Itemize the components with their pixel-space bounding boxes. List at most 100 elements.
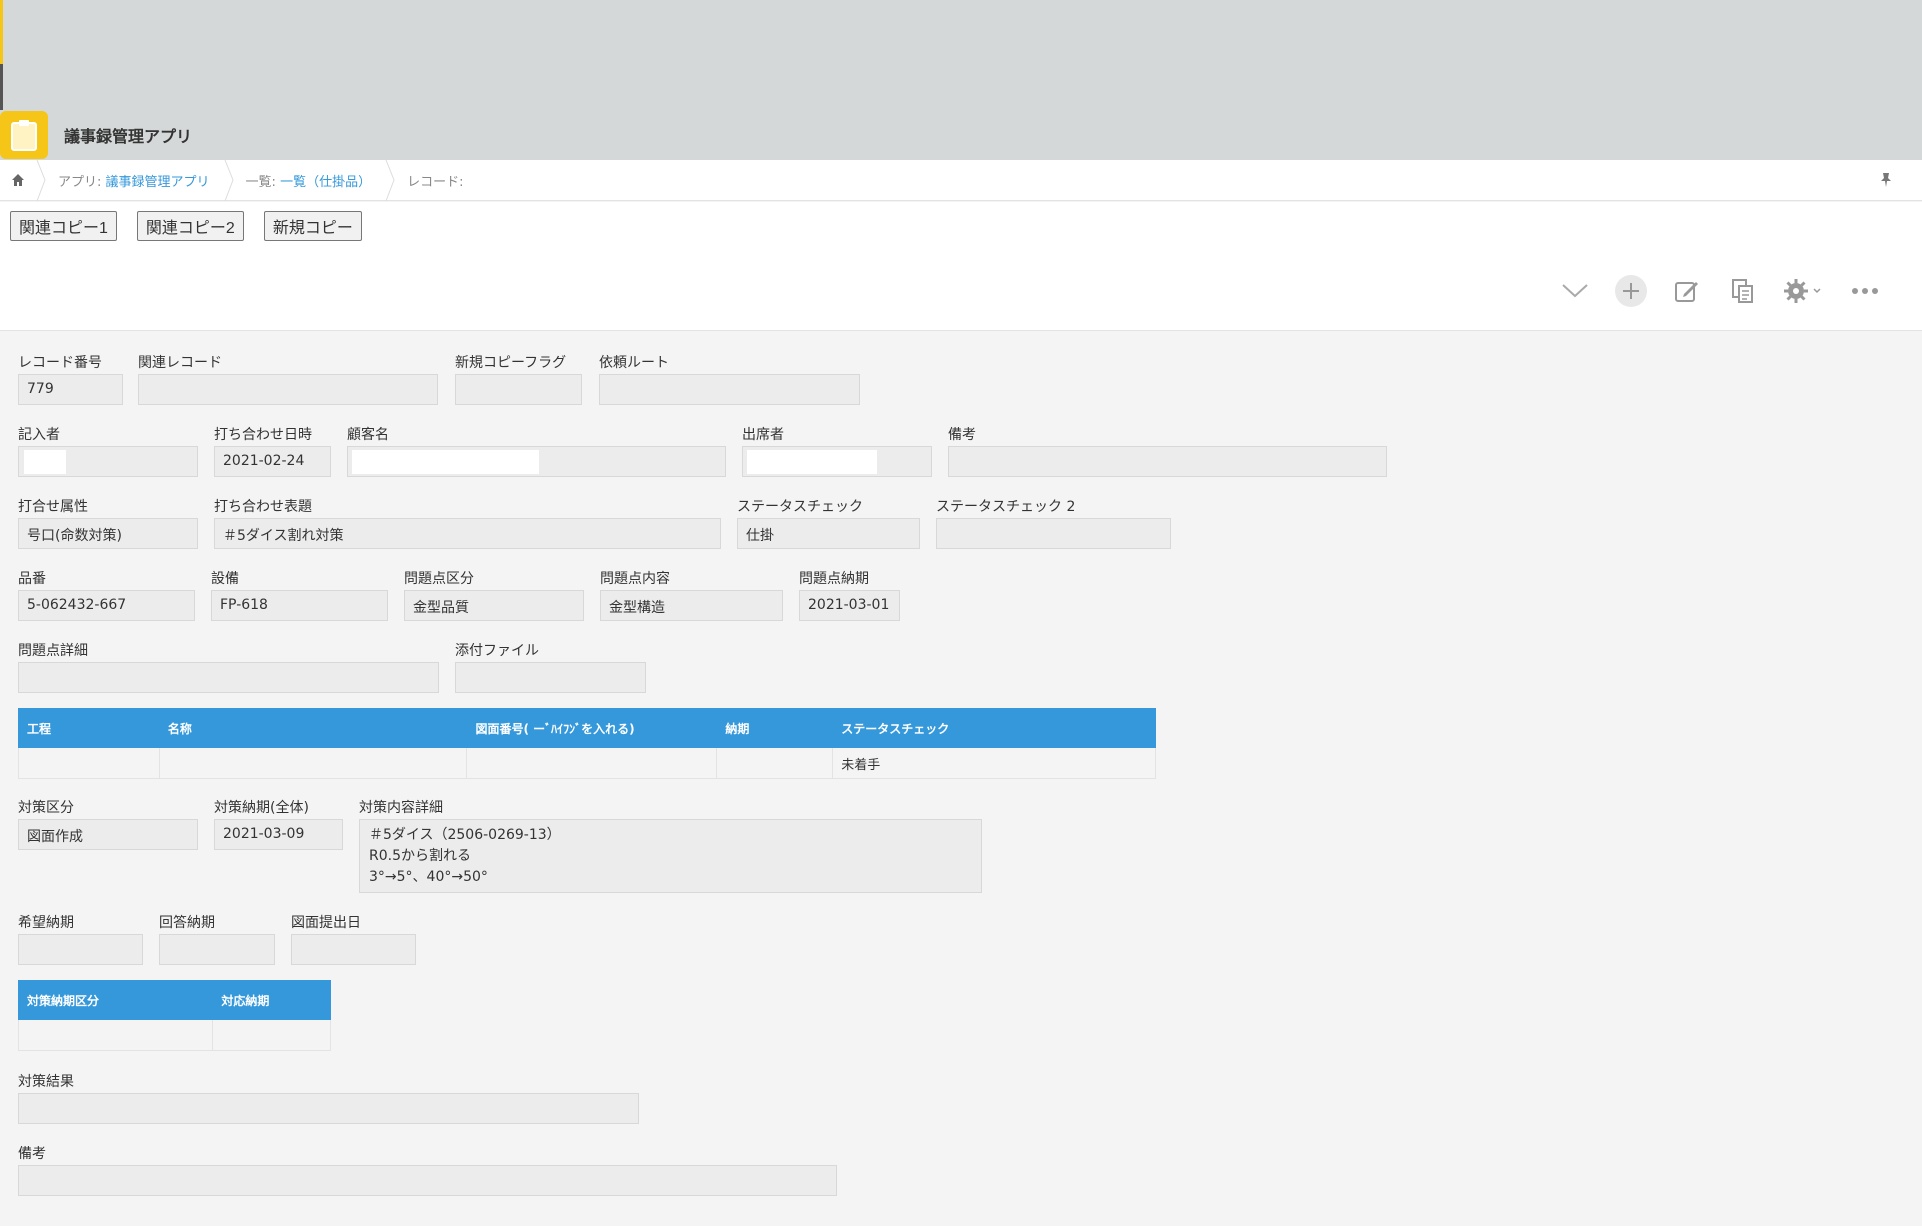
- status-check-2-value[interactable]: [936, 518, 1171, 549]
- meeting-attr-value[interactable]: 号口(命数対策): [18, 518, 198, 549]
- field-label: レコード番号: [18, 355, 102, 371]
- redacted-block: [352, 450, 539, 474]
- breadcrumb-app-link[interactable]: 議事録管理アプリ: [106, 175, 210, 190]
- issue-content-value[interactable]: 金型構造: [600, 590, 783, 621]
- field-meeting-date: 打ち合わせ日時 2021-02-24: [214, 424, 331, 477]
- breadcrumb-separator: [36, 159, 46, 201]
- duplicate-icon[interactable]: [1726, 274, 1760, 308]
- attachment-value[interactable]: [455, 662, 646, 693]
- field-issue-detail: 問題点詳細: [18, 640, 439, 693]
- home-icon[interactable]: [0, 160, 36, 201]
- measure-result-value[interactable]: [18, 1093, 639, 1124]
- meeting-title-value[interactable]: ＃5ダイス割れ対策: [214, 518, 721, 549]
- field-label: 打ち合わせ日時: [214, 427, 312, 443]
- issue-category-value[interactable]: 金型品質: [404, 590, 584, 621]
- field-record-no: レコード番号 779: [18, 352, 123, 405]
- field-status-check-2: ステータスチェック 2: [936, 496, 1171, 549]
- plus-icon[interactable]: [1614, 274, 1648, 308]
- edit-icon[interactable]: [1670, 274, 1704, 308]
- field-label: 添付ファイル: [455, 643, 539, 659]
- field-label: ステータスチェック: [737, 499, 863, 515]
- field-measure-detail: 対策内容詳細 ＃5ダイス（2506-0269-13） R0.5から割れる 3°→…: [359, 797, 982, 893]
- related-copy-2-button[interactable]: 関連コピー2: [136, 211, 244, 241]
- field-label: 問題点区分: [404, 571, 474, 587]
- table-cell[interactable]: [212, 1019, 331, 1051]
- table-cell[interactable]: [466, 747, 718, 779]
- field-meeting-attr: 打合せ属性 号口(命数対策): [18, 496, 198, 549]
- table-header: 納期: [716, 708, 834, 748]
- field-label: 備考: [18, 1146, 46, 1162]
- table-row: [17, 1019, 331, 1051]
- related-copy-1-button[interactable]: 関連コピー1: [10, 211, 117, 241]
- app-title[interactable]: 議事録管理アプリ: [64, 123, 192, 147]
- field-label: 問題点詳細: [18, 643, 88, 659]
- breadcrumb-list-prefix: 一覧:: [245, 174, 276, 190]
- measure-due-total-value[interactable]: 2021-03-09: [214, 819, 343, 850]
- field-remarks-2: 備考: [18, 1143, 837, 1196]
- attendee-value[interactable]: [742, 446, 932, 477]
- header-accent-dark: [0, 64, 3, 110]
- field-issue-due: 問題点納期 2021-03-01: [799, 568, 900, 621]
- table-cell[interactable]: [158, 747, 468, 779]
- field-label: 打合せ属性: [18, 499, 88, 515]
- breadcrumb-separator: [224, 159, 234, 201]
- field-label: 問題点内容: [600, 571, 670, 587]
- field-label: 対策内容詳細: [359, 800, 443, 816]
- field-measure-due-total: 対策納期(全体) 2021-03-09: [214, 797, 343, 850]
- header-accent: [0, 0, 3, 64]
- status-check-value[interactable]: 仕掛: [737, 518, 920, 549]
- field-label: 対策結果: [18, 1074, 74, 1090]
- answer-due-value[interactable]: [159, 934, 275, 965]
- breadcrumb-list-link[interactable]: 一覧（仕掛品）: [280, 175, 371, 190]
- redacted-block: [747, 450, 877, 474]
- measure-category-value[interactable]: 図面作成: [18, 819, 198, 850]
- table-cell[interactable]: [17, 1019, 214, 1051]
- gear-icon[interactable]: [1782, 274, 1826, 308]
- field-label: 打ち合わせ表題: [214, 499, 312, 515]
- table-cell[interactable]: [18, 747, 160, 779]
- chevron-down-icon[interactable]: [1558, 274, 1592, 308]
- field-label: 設備: [211, 571, 239, 587]
- breadcrumb: アプリ: 議事録管理アプリ 一覧: 一覧（仕掛品） レコード:: [0, 159, 1922, 201]
- field-customer: 顧客名: [347, 424, 726, 477]
- field-part-no: 品番 5-062432-667: [18, 568, 195, 621]
- part-no-value[interactable]: 5-062432-667: [18, 590, 195, 621]
- issue-detail-value[interactable]: [18, 662, 439, 693]
- field-status-check: ステータスチェック 仕掛: [737, 496, 920, 549]
- issue-due-value[interactable]: 2021-03-01: [799, 590, 900, 621]
- related-record-value[interactable]: [138, 374, 438, 405]
- pin-icon[interactable]: [1880, 172, 1892, 192]
- remarks-1-value[interactable]: [948, 446, 1387, 477]
- record-no-value[interactable]: 779: [18, 374, 123, 405]
- table-row: 未着手: [18, 747, 1156, 779]
- request-route-value[interactable]: [599, 374, 860, 405]
- measure-detail-value[interactable]: ＃5ダイス（2506-0269-13） R0.5から割れる 3°→5°、40°→…: [359, 819, 982, 893]
- table-header: 図面番号( ーﾞﾊｲﾌﾝﾞを入れる): [466, 708, 718, 748]
- desired-due-value[interactable]: [18, 934, 143, 965]
- field-label: 希望納期: [18, 915, 74, 931]
- table-cell[interactable]: [716, 747, 834, 779]
- table-header: 対応納期: [212, 980, 331, 1020]
- breadcrumb-app: アプリ: 議事録管理アプリ: [46, 171, 224, 190]
- meeting-date-value[interactable]: 2021-02-24: [214, 446, 331, 477]
- new-copy-button[interactable]: 新規コピー: [263, 211, 362, 241]
- field-measure-category: 対策区分 図面作成: [18, 797, 198, 850]
- remarks-2-value[interactable]: [18, 1165, 837, 1196]
- new-copy-flag-value[interactable]: [455, 374, 582, 405]
- field-writer: 記入者: [18, 424, 198, 477]
- table-header: 対策納期区分: [17, 980, 214, 1020]
- field-label: 問題点納期: [799, 571, 869, 587]
- customer-value[interactable]: [347, 446, 726, 477]
- equipment-value[interactable]: FP-618: [211, 590, 388, 621]
- field-answer-due: 回答納期: [159, 912, 275, 965]
- app-header: 議事録管理アプリ: [0, 0, 1922, 160]
- field-label: 品番: [18, 571, 46, 587]
- field-label: 対策区分: [18, 800, 74, 816]
- drawing-submit-value[interactable]: [291, 934, 416, 965]
- field-label: 図面提出日: [291, 915, 361, 931]
- field-drawing-submit: 図面提出日: [291, 912, 416, 965]
- more-icon[interactable]: [1848, 274, 1882, 308]
- app-clipboard-icon[interactable]: [0, 111, 48, 159]
- table-cell[interactable]: 未着手: [832, 747, 1156, 779]
- writer-value[interactable]: [18, 446, 198, 477]
